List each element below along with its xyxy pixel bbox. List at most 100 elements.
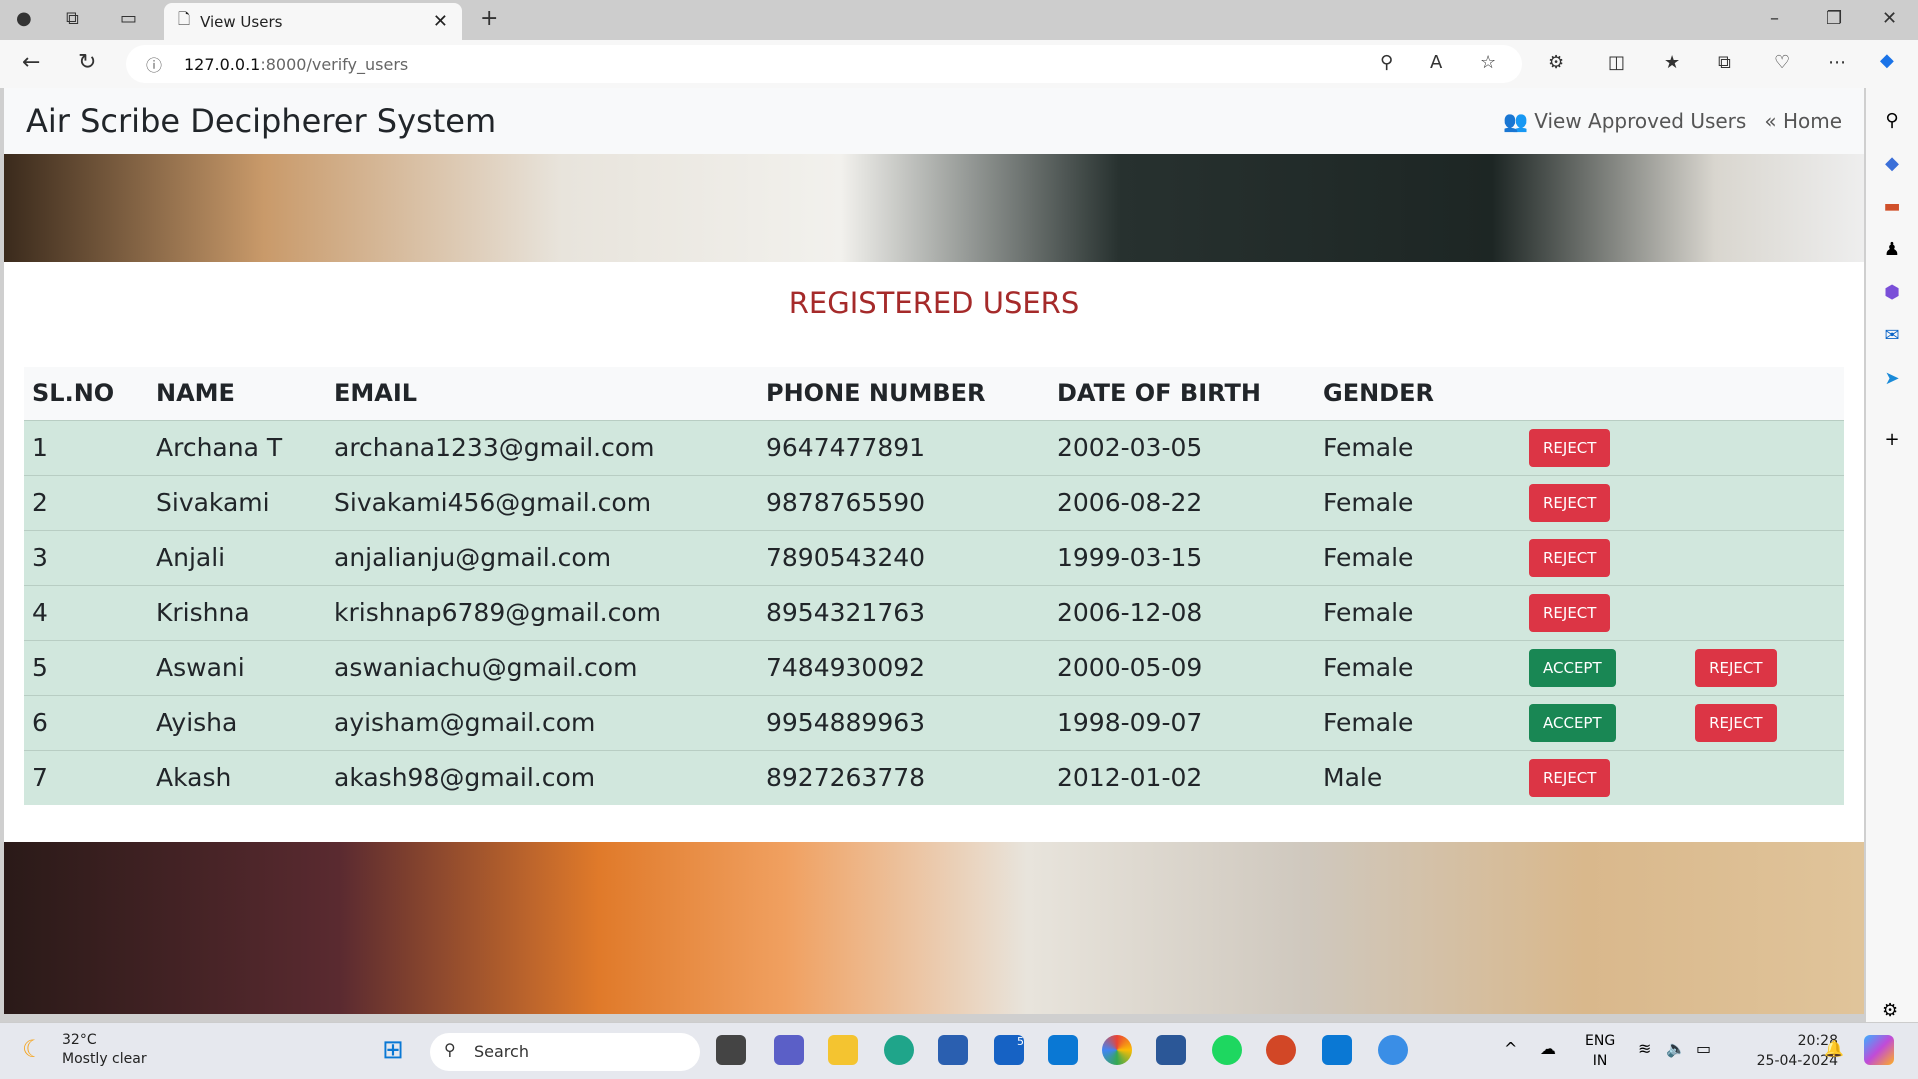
minimize-icon[interactable]: – — [1770, 8, 1779, 29]
collections-icon[interactable]: ⧉ — [66, 8, 79, 29]
spotify-icon[interactable] — [1212, 1035, 1242, 1065]
cell-sl: 6 — [24, 694, 148, 750]
search-icon[interactable]: ⚲ — [1866, 110, 1918, 131]
read-aloud-icon[interactable]: A — [1430, 52, 1442, 73]
copilot-icon[interactable] — [1864, 1035, 1894, 1065]
banner-image — [4, 154, 1864, 262]
nav-home[interactable]: « Home — [1764, 109, 1842, 133]
favorites-icon[interactable]: ★ — [1664, 52, 1680, 73]
notification-bell-icon[interactable]: 🔔 — [1824, 1039, 1844, 1058]
office-icon[interactable]: ⬢ — [1866, 282, 1918, 303]
cell-dob: 1999-03-15 — [1049, 529, 1315, 585]
task-view-icon[interactable] — [716, 1035, 746, 1065]
profile-icon[interactable]: ● — [16, 8, 32, 29]
edge-icon[interactable] — [884, 1035, 914, 1065]
powerpoint-icon[interactable] — [1266, 1035, 1296, 1065]
cell-email: akash98@gmail.com — [326, 749, 758, 805]
cell-sl: 2 — [24, 474, 148, 530]
cell-phone: 9878765590 — [758, 474, 1049, 530]
cell-action: REJECT — [1687, 639, 1844, 695]
split-screen-icon[interactable]: ◫ — [1608, 52, 1625, 73]
battery-icon[interactable]: ▭ — [1696, 1039, 1711, 1058]
reject-button[interactable]: REJECT — [1529, 758, 1611, 797]
table-row: 7 Akash akash98@gmail.com 8927263778 2012-01… — [24, 749, 1844, 805]
language-indicator[interactable]: ENG IN — [1585, 1031, 1615, 1071]
cell-gender: Female — [1315, 584, 1521, 640]
chrome-icon[interactable] — [1102, 1035, 1132, 1065]
games-icon[interactable]: ♟ — [1866, 239, 1918, 260]
accept-button[interactable]: ACCEPT — [1529, 703, 1616, 742]
extensions-icon[interactable]: ⚙ — [1548, 52, 1564, 73]
zoom-icon[interactable]: ⚲ — [1380, 52, 1393, 73]
toolbox-icon[interactable]: ▬ — [1866, 196, 1918, 217]
reject-button[interactable]: REJECT — [1529, 538, 1611, 577]
close-window-icon[interactable]: ✕ — [1882, 8, 1897, 29]
cell-action — [1687, 474, 1844, 530]
app-l-icon[interactable]: 5 — [994, 1035, 1024, 1065]
app-circle-icon[interactable] — [1048, 1035, 1078, 1065]
column-header: DATE OF BIRTH — [1049, 367, 1315, 420]
cell-name: Sivakami — [148, 474, 326, 530]
reject-button[interactable]: REJECT — [1529, 428, 1611, 467]
column-header: PHONE NUMBER — [758, 367, 1049, 420]
back-icon[interactable]: ← — [22, 50, 40, 75]
wifi-icon[interactable]: ≋ — [1638, 1039, 1651, 1058]
restore-icon[interactable]: ❐ — [1826, 8, 1842, 29]
tab-view-users[interactable]: 🗋 View Users ✕ — [164, 3, 462, 40]
address-bar: ← ↻ ⓘ 127.0.0.1:8000/verify_users ⚲ A ☆ … — [0, 40, 1918, 88]
reject-button[interactable]: REJECT — [1529, 483, 1611, 522]
tag-icon[interactable]: ◆ — [1866, 153, 1918, 174]
nav-view-approved-users[interactable]: 👥 View Approved Users — [1503, 109, 1746, 133]
url-input[interactable]: ⓘ 127.0.0.1:8000/verify_users — [126, 45, 1522, 83]
reject-button[interactable]: REJECT — [1695, 703, 1777, 742]
cell-sl: 1 — [24, 419, 148, 475]
cell-phone: 7890543240 — [758, 529, 1049, 585]
store-icon[interactable] — [938, 1035, 968, 1065]
outlook-icon[interactable]: ✉ — [1866, 325, 1918, 346]
favorite-icon[interactable]: ☆ — [1480, 52, 1496, 73]
send-icon[interactable]: ➤ — [1866, 368, 1918, 389]
word-icon[interactable] — [1156, 1035, 1186, 1065]
vscode-icon[interactable] — [1322, 1035, 1352, 1065]
teams-icon[interactable] — [774, 1035, 804, 1065]
cell-phone: 9954889963 — [758, 694, 1049, 750]
table-row: 3 Anjali anjalianju@gmail.com 7890543240 199… — [24, 529, 1844, 585]
dolphin-app-icon[interactable] — [1378, 1035, 1408, 1065]
refresh-icon[interactable]: ↻ — [78, 50, 96, 75]
cell-dob: 2006-08-22 — [1049, 474, 1315, 530]
nav-label: Home — [1782, 109, 1842, 133]
cell-name: Ayisha — [148, 694, 326, 750]
settings-icon[interactable]: ⚙ — [1882, 1000, 1898, 1021]
taskbar-search[interactable]: ⚲ Search — [430, 1033, 700, 1071]
region: IN — [1592, 1053, 1608, 1069]
volume-icon[interactable]: 🔈 — [1666, 1039, 1686, 1058]
cell-action: ACCEPT — [1521, 639, 1688, 695]
file-explorer-icon[interactable] — [828, 1035, 858, 1065]
more-icon[interactable]: ⋯ — [1828, 52, 1846, 73]
reject-button[interactable]: REJECT — [1695, 648, 1777, 687]
health-icon[interactable]: ♡ — [1774, 52, 1790, 73]
column-header-actions — [1687, 367, 1844, 420]
close-tab-icon[interactable]: ✕ — [433, 11, 448, 32]
reject-button[interactable]: REJECT — [1529, 593, 1611, 632]
page-icon: 🗋 — [178, 10, 191, 28]
weather-widget[interactable]: 32°C Mostly clear — [62, 1031, 147, 1069]
brand[interactable]: Air Scribe Decipherer System — [26, 102, 496, 140]
onedrive-icon[interactable]: ☁ — [1540, 1039, 1556, 1058]
collections-icon[interactable]: ⧉ — [1718, 52, 1731, 73]
cell-gender: Female — [1315, 639, 1521, 695]
table-row: 5 Aswani aswaniachu@gmail.com 7484930092 200… — [24, 639, 1844, 695]
chevron-up-icon[interactable]: ^ — [1504, 1039, 1517, 1058]
new-tab-icon[interactable]: + — [480, 6, 498, 31]
double-chevron-left-icon: « — [1764, 109, 1777, 133]
windows-start-icon[interactable]: ⊞ — [382, 1035, 404, 1065]
cell-email: anjalianju@gmail.com — [326, 529, 758, 585]
cell-action: REJECT — [1521, 474, 1688, 530]
accept-button[interactable]: ACCEPT — [1529, 648, 1616, 687]
taskbar: ☾ 32°C Mostly clear ⊞ ⚲ Search 5 ^ ☁ ENG IN… — [0, 1022, 1918, 1079]
tab-actions-icon[interactable]: ▭ — [120, 8, 137, 29]
copilot-icon[interactable]: ◆ — [1880, 50, 1894, 71]
add-icon[interactable]: + — [1866, 429, 1918, 450]
tab-bar: ● ⧉ ▭ 🗋 View Users ✕ + – ❐ ✕ — [0, 0, 1918, 40]
column-header: SL.NO — [24, 367, 148, 420]
